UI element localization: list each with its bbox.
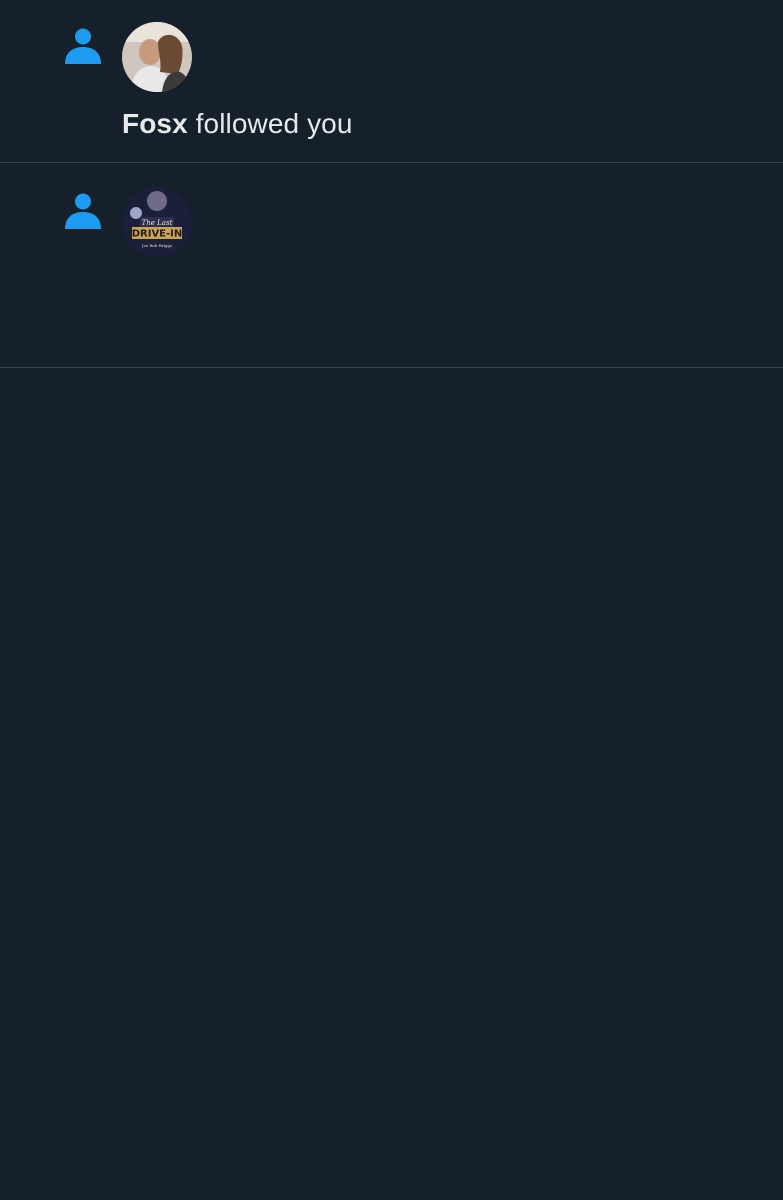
person-icon: [65, 193, 101, 229]
followed-label: followed you: [195, 108, 353, 139]
avatar[interactable]: The Last DRIVE-IN Joe Bob Briggs: [122, 187, 192, 257]
person-icon: [65, 28, 101, 64]
notification-item[interactable]: The Last DRIVE-IN Joe Bob Briggs: [0, 163, 783, 368]
avatar-lettering: The Last: [142, 219, 173, 227]
avatar-lettering: Joe Bob Briggs: [141, 243, 172, 248]
avatar[interactable]: [122, 22, 192, 92]
notification-item[interactable]: Fosx followed you: [0, 0, 783, 163]
notifications-list: Fosx followed you The Last DRIVE-IN Joe …: [0, 0, 783, 368]
user-name[interactable]: Fosx: [122, 108, 188, 139]
notification-text: Fosx followed you: [122, 104, 762, 143]
avatar-lettering: DRIVE-IN: [132, 229, 183, 240]
